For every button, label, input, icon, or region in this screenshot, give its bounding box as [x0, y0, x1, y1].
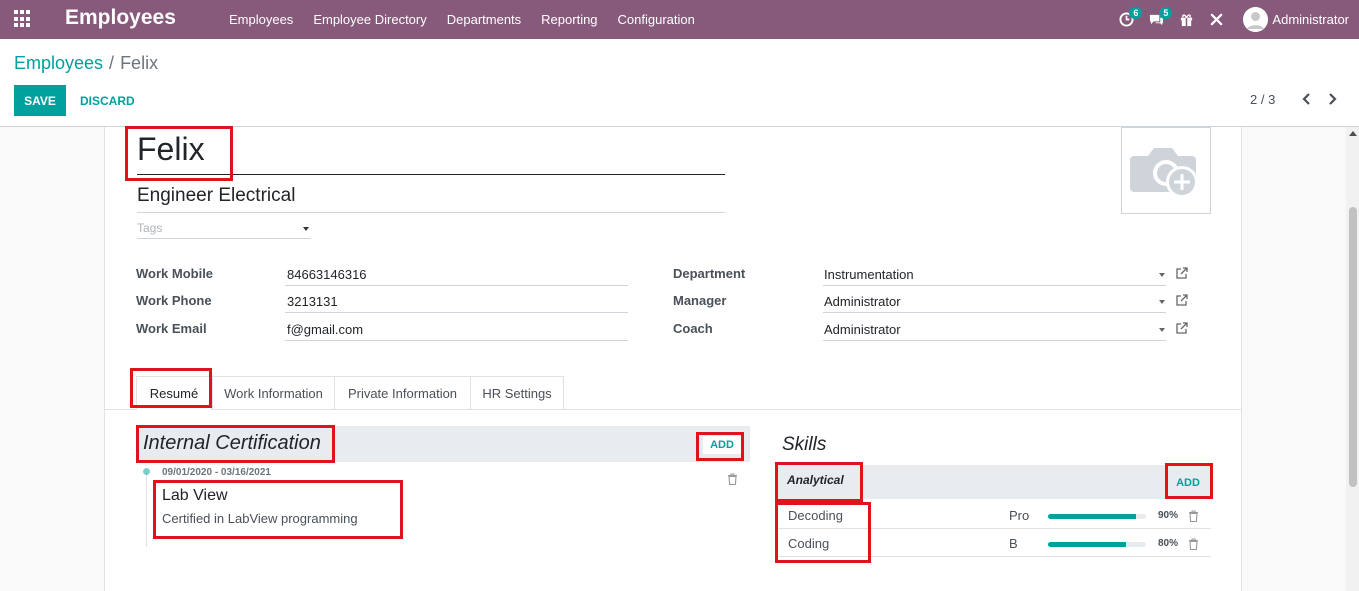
breadcrumb-employees[interactable]: Employees: [14, 53, 103, 73]
discard-button[interactable]: DISCARD: [72, 85, 143, 116]
breadcrumb-separator: /: [109, 53, 115, 73]
user-menu[interactable]: Administrator: [1243, 7, 1349, 32]
employee-photo-upload[interactable]: [1121, 127, 1211, 214]
scrollbar-thumb[interactable]: [1349, 207, 1357, 487]
tab-private-information[interactable]: Private Information: [334, 376, 471, 410]
breadcrumb: Employees / Felix: [14, 53, 158, 74]
delete-resume-line-icon[interactable]: [727, 473, 738, 486]
manager-external-link-icon[interactable]: [1176, 294, 1188, 306]
employee-form-sheet: Felix Engineer Electrical Tags Work Mobi…: [104, 127, 1242, 591]
resume-date-range: 09/01/2020 - 03/16/2021: [162, 467, 271, 478]
control-panel: Employees / Felix SAVE DISCARD 2 / 3: [0, 39, 1359, 127]
menu-departments[interactable]: Departments: [437, 12, 531, 27]
pager-previous-button[interactable]: [1299, 91, 1313, 107]
chevron-left-icon: [1302, 93, 1310, 105]
user-name: Administrator: [1272, 12, 1349, 27]
breadcrumb-current: Felix: [120, 53, 159, 73]
skill-row-name[interactable]: Coding: [788, 536, 829, 551]
menu-employees[interactable]: Employees: [219, 12, 303, 27]
menu-reporting[interactable]: Reporting: [531, 12, 607, 27]
main-menu: Employees Employee Directory Departments…: [219, 0, 705, 39]
skill-row-divider: [777, 528, 1211, 529]
coach-underline: [823, 340, 1166, 341]
page-scrollbar[interactable]: [1346, 127, 1359, 591]
skill-row-name[interactable]: Decoding: [788, 508, 843, 523]
work-phone-field[interactable]: 3213131: [287, 294, 338, 309]
systray: 6 5 Administrator: [1111, 0, 1359, 39]
tab-work-information[interactable]: Work Information: [212, 376, 335, 410]
skill-progress-fill: [1048, 514, 1137, 519]
coach-dropdown-icon[interactable]: [1159, 328, 1165, 332]
work-phone-label: Work Phone: [136, 293, 212, 308]
resume-line-description: Certified in LabView programming: [162, 511, 358, 526]
delete-skill-icon[interactable]: [1188, 538, 1199, 551]
certification-section-title: Internal Certification: [143, 432, 321, 454]
skill-progress-bar: [1048, 542, 1146, 547]
timeline-dot: [143, 468, 150, 475]
employee-name-field[interactable]: Felix: [137, 131, 205, 168]
avatar: [1243, 7, 1269, 32]
department-dropdown-icon[interactable]: [1159, 273, 1165, 277]
manager-underline: [823, 312, 1166, 313]
skill-row-divider: [777, 556, 1211, 557]
gift-icon: [1180, 14, 1193, 27]
work-mobile-label: Work Mobile: [136, 266, 214, 281]
messages-button[interactable]: 5: [1141, 0, 1173, 39]
work-mobile-underline: [285, 285, 628, 286]
activity-button[interactable]: 6: [1111, 0, 1143, 39]
menu-employee-directory[interactable]: Employee Directory: [303, 12, 436, 27]
job-title-underline: [137, 212, 725, 213]
user-avatar-icon: [1243, 7, 1269, 32]
scroll-up-arrow-icon[interactable]: [1349, 131, 1357, 136]
debug-tools-button[interactable]: [1201, 0, 1231, 39]
work-email-underline: [285, 340, 628, 341]
department-field[interactable]: Instrumentation: [824, 267, 914, 282]
add-resume-line-button[interactable]: ADD: [703, 436, 741, 454]
manager-label: Manager: [673, 293, 727, 308]
job-title-field[interactable]: Engineer Electrical: [137, 185, 295, 207]
skill-progress-fill: [1048, 542, 1127, 547]
skill-row-level: Pro: [1009, 508, 1030, 523]
camera-plus-icon: [1130, 147, 1198, 198]
tab-resume[interactable]: Resumé: [136, 376, 212, 410]
coach-label: Coach: [673, 321, 713, 336]
name-underline: [137, 174, 725, 175]
gift-button[interactable]: [1171, 0, 1201, 39]
department-external-link-icon[interactable]: [1176, 267, 1188, 279]
department-underline: [823, 285, 1166, 286]
work-mobile-field[interactable]: 84663146316: [287, 267, 367, 282]
tab-hr-settings[interactable]: HR Settings: [470, 376, 564, 410]
skills-title: Skills: [782, 434, 827, 455]
tags-dropdown-icon[interactable]: [303, 227, 309, 231]
app-brand[interactable]: Employees: [65, 6, 176, 30]
coach-field[interactable]: Administrator: [824, 322, 901, 337]
coach-external-link-icon[interactable]: [1176, 322, 1188, 334]
tags-underline: [137, 238, 311, 239]
skill-row-level: B: [1009, 536, 1018, 551]
pager-next-button[interactable]: [1326, 91, 1340, 107]
top-navbar: Employees Employees Employee Directory D…: [0, 0, 1359, 39]
chevron-right-icon: [1329, 93, 1337, 105]
skill-progress-bar: [1048, 514, 1146, 519]
resume-line-name[interactable]: Lab View: [162, 487, 228, 505]
timeline-line: [146, 471, 147, 547]
work-phone-underline: [285, 312, 628, 313]
skill-progress-value: 80%: [1158, 538, 1179, 549]
tools-icon: [1210, 13, 1223, 26]
apps-menu-icon[interactable]: [14, 10, 32, 28]
work-email-field[interactable]: f@gmail.com: [287, 322, 363, 337]
work-email-label: Work Email: [136, 321, 207, 336]
skill-type-name: Analytical: [787, 473, 844, 487]
save-button[interactable]: SAVE: [14, 85, 66, 116]
manager-field[interactable]: Administrator: [824, 294, 901, 309]
tags-input[interactable]: Tags: [137, 221, 162, 235]
manager-dropdown-icon[interactable]: [1159, 300, 1165, 304]
department-label: Department: [673, 266, 746, 281]
pager-value: 2 / 3: [1250, 92, 1276, 107]
add-skill-button[interactable]: ADD: [1170, 473, 1206, 493]
delete-skill-icon[interactable]: [1188, 510, 1199, 523]
menu-configuration[interactable]: Configuration: [608, 12, 705, 27]
skill-progress-value: 90%: [1158, 510, 1179, 521]
